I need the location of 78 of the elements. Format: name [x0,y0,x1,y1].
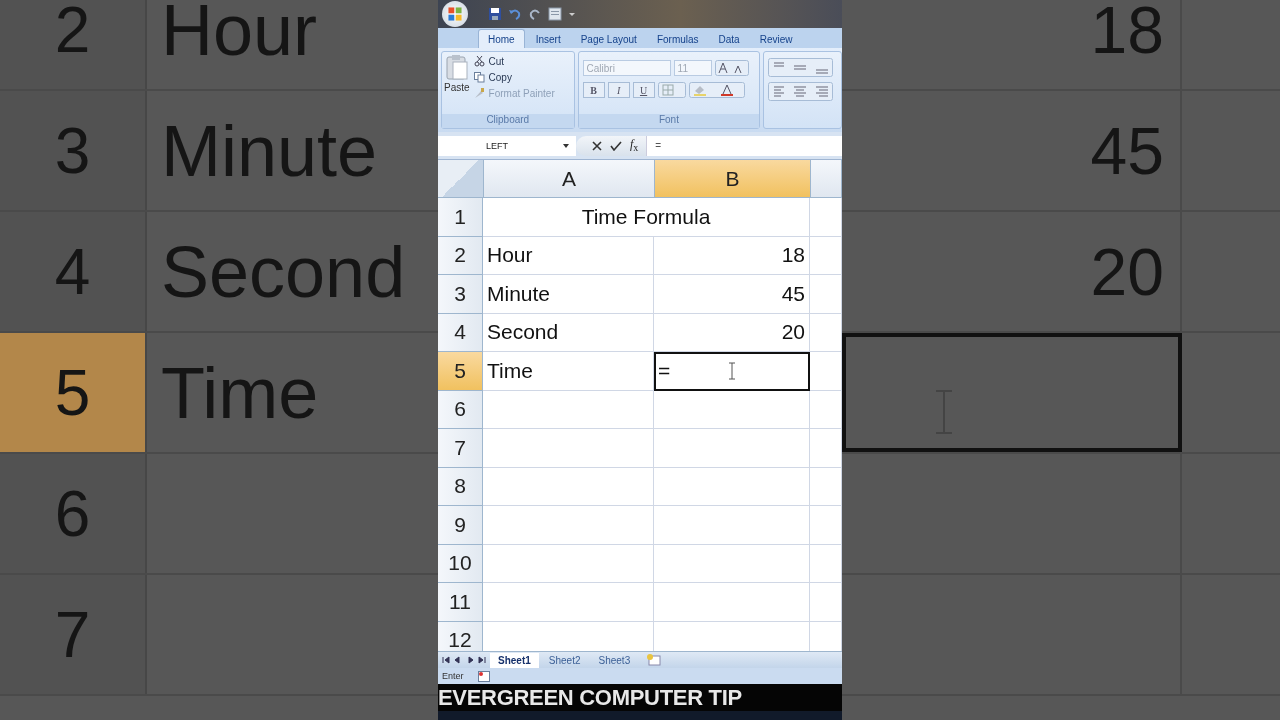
table-cell: Time Formula [483,198,810,237]
row-header[interactable]: 1 [438,198,483,237]
row-header[interactable]: 8 [438,467,483,506]
row-header[interactable]: 7 [438,429,483,468]
undo-icon[interactable] [508,7,522,21]
table-cell [810,390,842,429]
row-header[interactable]: 11 [438,583,483,622]
table-cell: 20 [654,313,810,352]
cell-label: Time [160,351,320,435]
active-cell[interactable]: = [654,352,810,391]
insert-function-button[interactable]: f$_{x}$ [630,137,639,154]
row-header: 6 [0,454,147,573]
scissors-icon [473,56,485,67]
group-label: Font [578,114,760,128]
sheet-tab[interactable]: Sheet1 [490,652,539,668]
dropdown-icon[interactable] [568,10,576,18]
row-header: 4 [0,212,147,331]
italic-button[interactable]: I [607,82,630,98]
channel-banner: EVERGREEN COMPUTER TIP [438,684,842,711]
save-icon[interactable] [488,7,502,21]
macro-record-icon[interactable] [477,670,490,682]
office-button[interactable] [442,1,468,27]
table-cell: Time [483,352,654,391]
row-header[interactable]: 12 [438,621,483,651]
row-header[interactable]: 6 [438,390,483,429]
copy-icon [473,72,485,83]
status-mode: Enter [442,671,464,681]
text-cursor-icon [728,362,737,381]
form-icon[interactable] [548,7,562,21]
ribbon-tab[interactable]: Home [478,29,525,48]
cancel-icon[interactable] [592,140,602,151]
cell-value: 20 [1090,233,1164,310]
ribbon-tab[interactable]: Insert [526,30,570,48]
ribbon-tab[interactable]: Page Layout [571,30,646,48]
row-header[interactable]: 9 [438,506,483,545]
bold-button[interactable]: B [582,82,605,98]
cell-label: Hour [160,0,319,72]
row-header: 2 [0,0,147,89]
sheet-tab[interactable]: Sheet2 [540,652,589,668]
table-cell: Hour [483,236,654,275]
table-cell [810,352,842,391]
row-header[interactable]: 3 [438,275,483,314]
group-label: Clipboard [442,114,574,128]
cell-label: Minute [160,109,379,193]
column-header[interactable]: B [655,160,811,197]
redo-icon[interactable] [528,7,542,21]
name-box[interactable]: LEFT [438,135,576,156]
table-cell: Minute [483,275,654,314]
row-header: 5 [0,333,147,452]
fill-color-icon[interactable] [688,82,745,98]
cut-button[interactable]: Cut [473,54,555,69]
row-header[interactable]: 4 [438,313,483,352]
row-header[interactable]: 5 [438,352,483,391]
sheet-tab[interactable]: Sheet3 [590,652,639,668]
table-cell: 45 [654,275,810,314]
row-header: 7 [0,575,147,694]
table-cell: 18 [654,236,810,275]
caret-icon [562,142,570,149]
cell-value: 45 [1090,112,1164,189]
cell-value: 18 [1090,0,1164,68]
table-cell: Second [483,313,654,352]
formula-field[interactable]: = [646,135,842,156]
row-header[interactable]: 2 [438,236,483,275]
row-header: 3 [0,91,147,210]
cell-label: Second [160,230,407,314]
ribbon-tab[interactable]: Review [750,30,802,48]
underline-button[interactable]: U [632,82,655,98]
copy-button[interactable]: Copy [473,70,555,85]
ribbon-tab[interactable]: Formulas [647,30,708,48]
clipboard-icon [445,54,468,80]
row-header[interactable]: 10 [438,544,483,583]
office-logo-icon [447,6,463,22]
font-grow-icon[interactable] [714,60,749,76]
check-icon[interactable] [610,140,622,151]
paste-button[interactable]: Paste [444,54,470,112]
ribbon-tab[interactable]: Data [709,30,749,48]
sheet-navigation-icon[interactable] [442,656,488,664]
paintbrush-icon [473,88,485,99]
